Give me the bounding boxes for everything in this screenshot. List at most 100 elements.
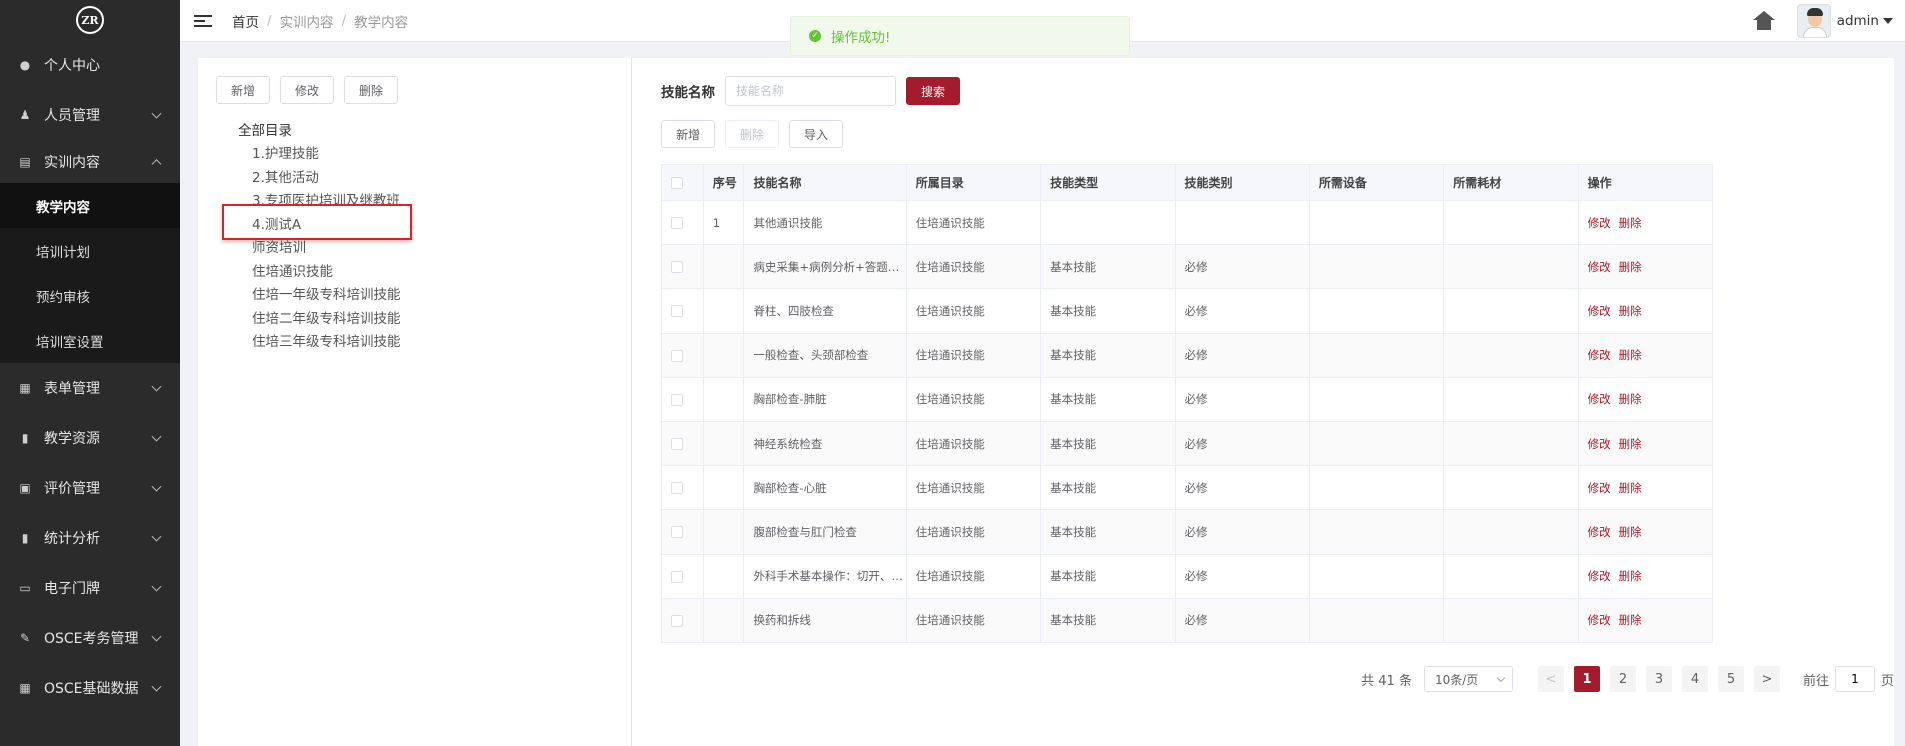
row-select-cell[interactable]	[661, 553, 704, 599]
edit-link[interactable]: 修改	[1588, 392, 1611, 406]
tree-node[interactable]: 住培三年级专科培训技能	[238, 331, 438, 355]
row-select-cell[interactable]	[661, 288, 704, 334]
row-checkbox[interactable]	[671, 349, 683, 362]
menu-toggle-icon[interactable]	[194, 14, 212, 27]
edit-link[interactable]: 修改	[1588, 613, 1611, 627]
delete-link[interactable]: 删除	[1619, 569, 1642, 583]
tree-node[interactable]: 住培一年级专科培训技能	[238, 284, 438, 308]
page-button[interactable]: 3	[1645, 666, 1672, 692]
tree-root[interactable]: 全部目录	[238, 120, 438, 143]
delete-link[interactable]: 删除	[1619, 260, 1642, 274]
skill-name-search-input[interactable]	[725, 76, 896, 106]
sidebar-item-label: OSCE基础数据	[44, 681, 139, 697]
tree-node[interactable]: 住培通识技能	[238, 261, 438, 285]
edit-link[interactable]: 修改	[1588, 260, 1611, 274]
prev-page-button[interactable]: <	[1537, 666, 1564, 692]
tree-node[interactable]: 2.其他活动	[238, 167, 438, 191]
table-row[interactable]: 胸部检查-肺脏 住培通识技能 基本技能 必修 修改 删除	[661, 376, 1882, 422]
tree-node[interactable]: 住培二年级专科培训技能	[238, 308, 438, 332]
row-checkbox[interactable]	[671, 393, 683, 406]
submenu-item-1[interactable]: 培训计划	[0, 228, 180, 273]
sidebar-item-2[interactable]: ▤ 实训内容	[0, 140, 180, 183]
sidebar-item-0[interactable]: ● 个人中心	[0, 40, 180, 90]
table-row[interactable]: 一般检查、头颈部检查 住培通识技能 基本技能 必修 修改 删除	[661, 332, 1882, 378]
row-select-cell[interactable]	[661, 376, 704, 422]
page-button[interactable]: 5	[1717, 666, 1744, 692]
breadcrumb-training[interactable]: 实训内容	[280, 11, 334, 31]
sidebar-item-8[interactable]: ✎ OSCE考务管理	[0, 613, 180, 663]
page-size-select[interactable]: 10条/页	[1423, 666, 1513, 692]
edit-link[interactable]: 修改	[1588, 304, 1611, 318]
sidebar-item-7[interactable]: ▭ 电子门牌	[0, 563, 180, 613]
row-select-cell[interactable]	[661, 509, 704, 555]
row-checkbox[interactable]	[671, 217, 683, 230]
add-directory-button[interactable]: 新增	[216, 76, 271, 104]
table-row[interactable]: 换药和拆线 住培通识技能 基本技能 必修 修改 删除	[661, 597, 1882, 643]
row-checkbox[interactable]	[671, 482, 683, 495]
row-select-cell[interactable]	[661, 465, 704, 511]
sidebar-item-9[interactable]: ▦ OSCE基础数据	[0, 663, 180, 713]
table-row[interactable]: 胸部检查-心脏 住培通识技能 基本技能 必修 修改 删除	[661, 465, 1882, 511]
sidebar-item-1[interactable]: ♟ 人员管理	[0, 90, 180, 140]
tree-node[interactable]: 师资培训	[238, 237, 438, 261]
delete-skill-button[interactable]: 删除	[725, 120, 780, 148]
home-icon[interactable]	[1752, 11, 1775, 31]
tree-node[interactable]: 1.护理技能	[238, 143, 438, 167]
sidebar-item-5[interactable]: ▣ 评价管理	[0, 463, 180, 513]
delete-link[interactable]: 删除	[1619, 392, 1642, 406]
sidebar-item-6[interactable]: ▮ 统计分析	[0, 513, 180, 563]
delete-link[interactable]: 删除	[1619, 437, 1642, 451]
goto-page-input[interactable]	[1834, 666, 1875, 692]
row-select-cell[interactable]	[661, 420, 704, 467]
user-name[interactable]: admin	[1837, 13, 1879, 29]
avatar[interactable]	[1796, 4, 1831, 38]
next-page-button[interactable]: >	[1753, 666, 1780, 692]
table-row[interactable]: 外科手术基本操作：切开、… 住培通识技能 基本技能 必修 修改 删除	[661, 553, 1882, 599]
import-button[interactable]: 导入	[789, 120, 844, 148]
page-button[interactable]: 1	[1573, 666, 1600, 692]
table-row[interactable]: 脊柱、四肢检查 住培通识技能 基本技能 必修 修改 删除	[661, 288, 1882, 334]
row-checkbox[interactable]	[671, 305, 683, 318]
edit-link[interactable]: 修改	[1588, 216, 1611, 230]
submenu-item-0[interactable]: 教学内容	[0, 183, 180, 228]
edit-link[interactable]: 修改	[1588, 481, 1611, 495]
page-button[interactable]: 4	[1681, 666, 1708, 692]
row-checkbox[interactable]	[671, 261, 683, 274]
table-row[interactable]: 病史采集+病例分析+答题… 住培通识技能 基本技能 必修 修改 删除	[661, 244, 1882, 290]
edit-link[interactable]: 修改	[1588, 569, 1611, 583]
edit-link[interactable]: 修改	[1588, 525, 1611, 539]
row-checkbox[interactable]	[671, 438, 683, 451]
edit-link[interactable]: 修改	[1588, 437, 1611, 451]
table-row[interactable]: 1 其他通识技能 住培通识技能 修改 删除	[661, 199, 1882, 246]
delete-link[interactable]: 删除	[1619, 613, 1642, 627]
submenu-item-2[interactable]: 预约审核	[0, 273, 180, 318]
row-select-cell[interactable]	[661, 244, 704, 290]
row-checkbox[interactable]	[671, 614, 683, 627]
add-skill-button[interactable]: 新增	[661, 120, 716, 148]
sidebar-item-4[interactable]: ▮ 教学资源	[0, 413, 180, 463]
table-row[interactable]: 神经系统检查 住培通识技能 基本技能 必修 修改 删除	[661, 420, 1882, 467]
row-checkbox[interactable]	[671, 570, 683, 583]
column-header: 操作	[1577, 164, 1713, 201]
delete-link[interactable]: 删除	[1619, 304, 1642, 318]
search-button[interactable]: 搜索	[906, 77, 961, 105]
row-checkbox[interactable]	[671, 526, 683, 539]
delete-directory-button[interactable]: 删除	[344, 76, 399, 104]
submenu-item-3[interactable]: 培训室设置	[0, 318, 180, 363]
row-select-cell[interactable]	[661, 597, 704, 643]
row-select-cell[interactable]	[661, 199, 704, 246]
delete-link[interactable]: 删除	[1619, 525, 1642, 539]
select-all-checkbox[interactable]	[671, 177, 683, 189]
sidebar-item-3[interactable]: ▦ 表单管理	[0, 363, 180, 413]
delete-link[interactable]: 删除	[1619, 481, 1642, 495]
delete-link[interactable]: 删除	[1619, 216, 1642, 230]
row-select-cell[interactable]	[661, 332, 704, 378]
edit-link[interactable]: 修改	[1588, 348, 1611, 362]
page-button[interactable]: 2	[1609, 666, 1636, 692]
caret-down-icon[interactable]	[1883, 18, 1893, 24]
edit-directory-button[interactable]: 修改	[280, 76, 335, 104]
select-all-cell[interactable]	[661, 164, 704, 201]
breadcrumb-home[interactable]: 首页	[232, 11, 259, 31]
delete-link[interactable]: 删除	[1619, 348, 1642, 362]
table-row[interactable]: 腹部检查与肛门检查 住培通识技能 基本技能 必修 修改 删除	[661, 509, 1882, 555]
